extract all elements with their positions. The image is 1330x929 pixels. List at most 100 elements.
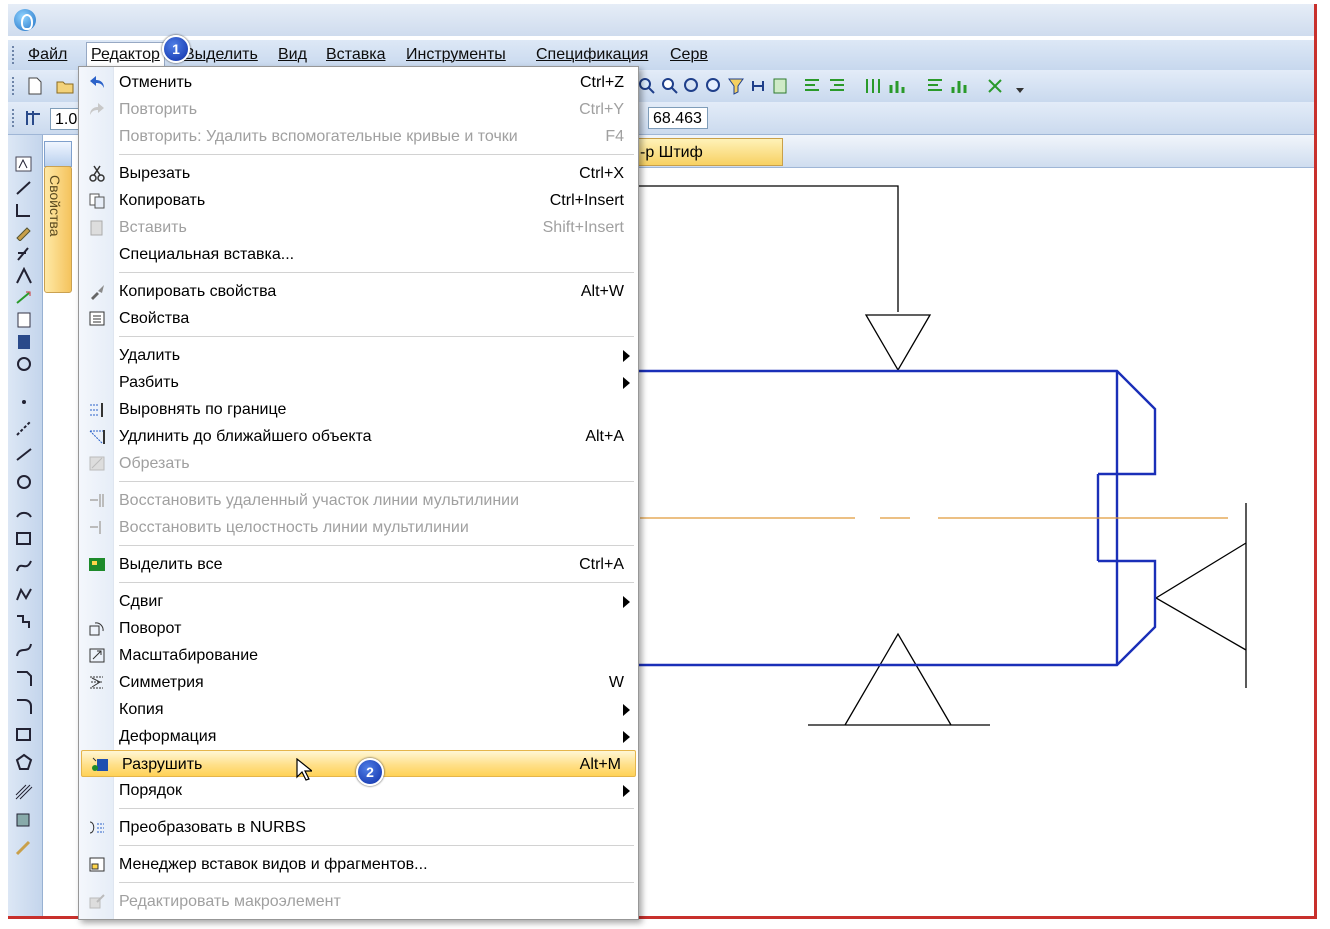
menu-item-trim[interactable]: Обрезать [79, 450, 638, 477]
menu-item-redo[interactable]: Повторить Ctrl+Y [79, 96, 638, 123]
fillet-icon[interactable] [14, 697, 34, 715]
menu-item-paste-special[interactable]: Специальная вставка... [79, 241, 638, 268]
menu-item-delete[interactable]: Удалить [79, 342, 638, 369]
menu-select[interactable]: Выделить [184, 46, 258, 64]
paste-icon [90, 220, 103, 236]
zoom-previous-icon[interactable] [683, 77, 701, 95]
pan-icon[interactable] [705, 77, 723, 95]
hatch-icon[interactable] [14, 783, 34, 801]
scale-icon [89, 648, 105, 663]
menu-separator [119, 272, 634, 273]
menu-item-label: Деформация [119, 728, 217, 745]
selection-icon[interactable] [14, 289, 34, 307]
aux-line-icon[interactable] [14, 419, 34, 437]
menu-item-shift[interactable]: Сдвиг [79, 588, 638, 615]
filter-icon[interactable] [727, 77, 745, 95]
bars-right-icon[interactable] [950, 77, 968, 95]
properties-panel-tab[interactable]: Свойства [44, 166, 72, 293]
toolbar-overflow-icon[interactable] [1012, 80, 1030, 98]
menu-tools[interactable]: Инструменты [406, 46, 506, 64]
segment-icon[interactable] [14, 445, 34, 463]
menu-item-label: Специальная вставка... [119, 246, 295, 263]
edit-dropdown-menu: Отменить Ctrl+Z Повторить Ctrl+Y Повтори… [78, 66, 639, 920]
menu-item-label: Повторить: Удалить вспомогательные кривы… [119, 128, 518, 145]
document-tab[interactable]: -р Штиф [633, 138, 783, 166]
menu-item-edit-macro[interactable]: Редактировать макроэлемент [79, 888, 638, 915]
menu-item-label: Восстановить целостность линии мультилин… [119, 519, 469, 536]
menu-item-undo[interactable]: Отменить Ctrl+Z [79, 69, 638, 96]
new-document-icon[interactable] [26, 77, 44, 95]
menu-item-copy[interactable]: Копировать Ctrl+Insert [79, 187, 638, 214]
bezier-icon[interactable] [14, 641, 34, 659]
menu-item-rotate[interactable]: Поворот [79, 615, 638, 642]
menu-item-repeat-last[interactable]: Повторить: Удалить вспомогательные кривы… [79, 123, 638, 150]
menu-specification[interactable]: Спецификация [536, 46, 648, 64]
geometry-tools-icon[interactable] [14, 155, 34, 173]
menu-item-split[interactable]: Разбить [79, 369, 638, 396]
menu-separator [119, 545, 634, 546]
disable-constraints-icon[interactable] [986, 77, 1004, 95]
menu-item-symmetry[interactable]: Симметрия W [79, 669, 638, 696]
spec-icon[interactable] [14, 311, 34, 329]
menu-separator [119, 481, 634, 482]
polygon-icon[interactable] [14, 753, 34, 771]
dimensions-icon[interactable] [14, 179, 34, 197]
menu-item-label: Повторить [119, 101, 198, 118]
measure-icon[interactable] [14, 267, 34, 285]
circle-icon[interactable] [14, 473, 34, 491]
menu-item-copy-properties[interactable]: Копировать свойства Alt+W [79, 278, 638, 305]
menu-item-extend[interactable]: Удлинить до ближайшего объекта Alt+A [79, 423, 638, 450]
menu-item-select-all[interactable]: Выделить все Ctrl+A [79, 551, 638, 578]
menu-item-deformation[interactable]: Деформация [79, 723, 638, 750]
menu-item-scale[interactable]: Масштабирование [79, 642, 638, 669]
align-top-icon[interactable] [926, 77, 944, 95]
arc-icon[interactable] [14, 501, 34, 519]
trim-icon [89, 456, 105, 471]
coordinate-field[interactable]: 68.463 [648, 107, 708, 129]
align-right-icon[interactable] [828, 77, 846, 95]
zoom-window-icon[interactable] [661, 77, 679, 95]
kompas-app-icon[interactable] [14, 9, 36, 31]
bars-bottom-icon[interactable] [888, 77, 906, 95]
redraw-icon[interactable] [749, 77, 767, 95]
reports-icon[interactable] [14, 333, 34, 351]
spline-icon[interactable] [14, 557, 34, 575]
distribute-vertical-icon[interactable] [864, 77, 882, 95]
zoom-in-icon[interactable] [638, 77, 656, 95]
select-all-icon [89, 558, 105, 571]
layers-icon[interactable] [771, 77, 789, 95]
open-folder-icon[interactable] [56, 77, 74, 95]
menu-item-cut[interactable]: Вырезать Ctrl+X [79, 160, 638, 187]
toolbar-grip[interactable] [12, 77, 17, 95]
menu-item-properties[interactable]: Свойства [79, 305, 638, 332]
properties-panel-icon[interactable] [44, 141, 72, 167]
menu-item-label: Отменить [119, 74, 193, 91]
toolbar2-grip[interactable] [12, 109, 17, 127]
parametrization-icon[interactable] [14, 245, 34, 263]
menu-item-align-border[interactable]: Выровнять по границе [79, 396, 638, 423]
menu-view[interactable]: Вид [278, 46, 307, 64]
edit-tools-icon[interactable] [14, 223, 34, 241]
rect-center-icon[interactable] [14, 725, 34, 743]
contour-icon[interactable] [14, 613, 34, 631]
menu-item-restore-multiline-integrity[interactable]: Восстановить целостность линии мультилин… [79, 514, 638, 541]
rectangle-icon[interactable] [14, 529, 34, 547]
menubar-grip[interactable] [12, 46, 17, 64]
menu-item-convert-nurbs[interactable]: Преобразовать в NURBS [79, 814, 638, 841]
notation-icon[interactable] [14, 201, 34, 219]
align-left-icon[interactable] [803, 77, 821, 95]
menu-service[interactable]: Серв [670, 46, 708, 64]
curve-equidistant-icon[interactable] [14, 839, 34, 857]
menu-item-paste[interactable]: Вставить Shift+Insert [79, 214, 638, 241]
menu-item-insert-manager[interactable]: Менеджер вставок видов и фрагментов... [79, 851, 638, 878]
point-icon[interactable] [14, 393, 34, 411]
polyline-icon[interactable] [14, 585, 34, 603]
menu-item-copy-submenu[interactable]: Копия [79, 696, 638, 723]
menu-item-restore-multiline-segment[interactable]: Восстановить удаленный участок линии мул… [79, 487, 638, 514]
grid-step-icon[interactable] [24, 109, 42, 127]
menu-insert[interactable]: Вставка [326, 46, 385, 64]
menu-file[interactable]: Файл [28, 46, 67, 64]
fill-icon[interactable] [14, 811, 34, 829]
chamfer-icon[interactable] [14, 669, 34, 687]
insert-icon[interactable] [14, 355, 34, 373]
